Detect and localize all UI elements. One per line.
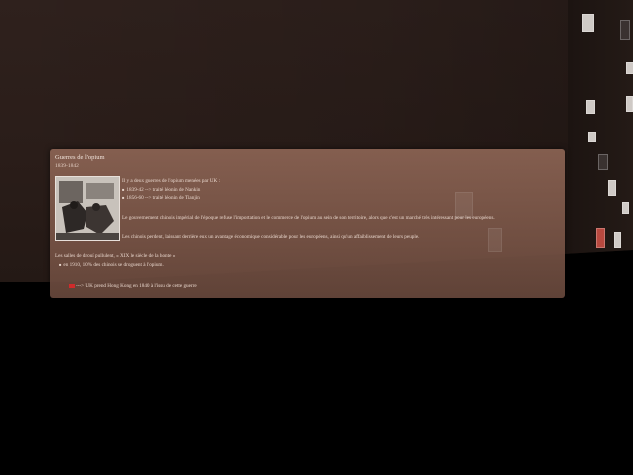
ghost-thumbnail bbox=[455, 192, 473, 218]
side-thumbnail[interactable] bbox=[626, 62, 633, 74]
side-thumbnail[interactable] bbox=[586, 100, 595, 114]
panel-title: Guerres de l'opium bbox=[55, 154, 105, 161]
paragraph-3-bullet: en 1910, 10% des chinois se droguent à l… bbox=[59, 261, 163, 269]
ghost-thumbnail bbox=[488, 228, 502, 252]
side-thumbnail[interactable] bbox=[620, 20, 630, 40]
side-thumbnail[interactable] bbox=[598, 154, 608, 170]
side-thumbnail[interactable] bbox=[622, 202, 629, 214]
intro-text: Il y a deux guerres de l'opium menées pa… bbox=[122, 178, 221, 184]
side-thumbnail[interactable] bbox=[626, 96, 633, 112]
panel-dates: 1839-1842 bbox=[55, 163, 79, 169]
side-thumbnail[interactable] bbox=[608, 180, 616, 196]
info-panel[interactable]: Guerres de l'opium 1839-1842 Il y a deux… bbox=[50, 149, 565, 298]
uk-flag-icon bbox=[69, 283, 75, 288]
paragraph-1: Le gouvernement chinois impérial de l'ép… bbox=[122, 215, 495, 221]
side-thumbnail[interactable] bbox=[596, 228, 605, 248]
footer-line: ---> UK prend Hong Kong en 1840 à l'issu… bbox=[68, 283, 197, 290]
paragraph-2: Les chinois perdent, laissant derrière e… bbox=[122, 234, 420, 240]
war-item-1: 1839-42 --> traité léonin de Nankin bbox=[122, 186, 200, 194]
side-thumbnail[interactable] bbox=[614, 232, 621, 248]
footer-text: ---> UK prend Hong Kong en 1840 à l'issu… bbox=[76, 283, 197, 289]
side-thumbnail[interactable] bbox=[582, 14, 594, 32]
war-item-2: 1856-60 --> traité léonin de Tianjin bbox=[122, 194, 199, 202]
side-thumbnail[interactable] bbox=[588, 132, 596, 142]
opium-den-photo-graphic bbox=[56, 177, 119, 240]
paragraph-3: Les salles de drouí pullulent, « XIX le … bbox=[55, 253, 176, 259]
opium-den-photo[interactable] bbox=[55, 176, 120, 241]
side-wall bbox=[568, 0, 633, 252]
